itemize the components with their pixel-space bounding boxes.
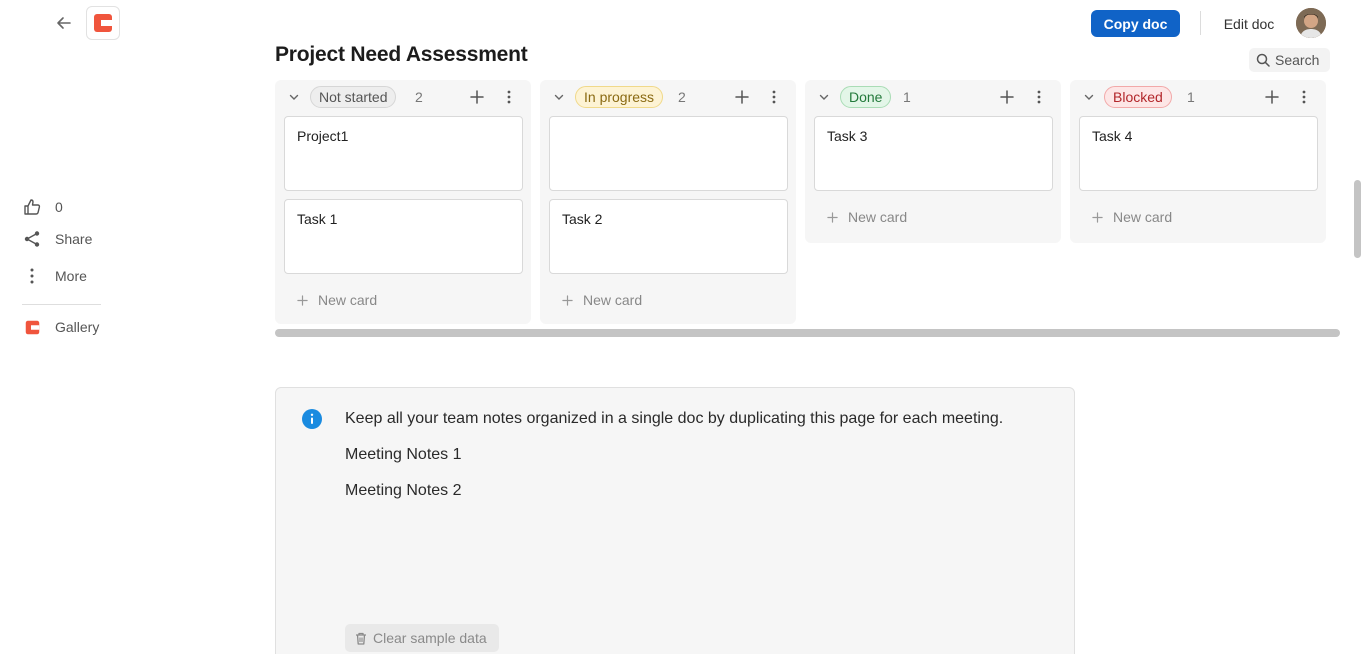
add-card-button[interactable] [1263, 88, 1281, 106]
kanban-card[interactable]: Task 3 [814, 116, 1053, 191]
chevron-down-icon [554, 94, 564, 100]
column-blocked: Blocked 1 Task 4 New card [1070, 80, 1326, 243]
coda-logo-icon [25, 320, 39, 334]
new-card-label: New card [318, 292, 378, 308]
user-avatar[interactable] [1296, 8, 1326, 38]
like-button[interactable]: 0 [22, 196, 63, 218]
meeting-notes-link[interactable]: Meeting Notes 2 [345, 482, 462, 500]
plus-icon [1000, 90, 1014, 104]
plus-icon [1265, 90, 1279, 104]
column-in-progress: In progress 2 Task 2 New card [540, 80, 796, 324]
chevron-down-icon [289, 94, 299, 100]
gallery-link[interactable]: Gallery [22, 316, 99, 338]
status-pill: Done [840, 86, 892, 108]
collapse-column-button[interactable] [287, 90, 301, 104]
column-count: 2 [415, 89, 423, 105]
column-options-button[interactable] [1297, 88, 1311, 106]
back-button[interactable] [52, 12, 76, 34]
add-card-button[interactable] [468, 88, 486, 106]
column-count: 2 [678, 89, 686, 105]
new-card-label: New card [848, 209, 908, 225]
chevron-down-icon [819, 94, 829, 100]
horizontal-scrollbar[interactable] [275, 329, 1340, 337]
column-options-button[interactable] [502, 88, 516, 106]
card-title: Task 1 [297, 211, 338, 227]
search-icon [1256, 53, 1270, 67]
callout-intro: Keep all your team notes organized in a … [345, 410, 1004, 427]
status-pill: In progress [575, 86, 664, 108]
kanban-card[interactable] [549, 116, 788, 191]
kanban-card[interactable]: Task 4 [1079, 116, 1318, 191]
column-not-started: Not started 2 Project1 Task 1 New card [275, 80, 531, 324]
thumbs-up-icon [24, 199, 41, 215]
meeting-notes-link[interactable]: Meeting Notes 1 [345, 446, 462, 464]
edit-doc-button[interactable]: Edit doc [1212, 10, 1286, 37]
column-count: 1 [903, 89, 911, 105]
plus-icon [297, 294, 308, 306]
plus-icon [562, 294, 573, 306]
collapse-column-button[interactable] [817, 90, 831, 104]
like-count: 0 [55, 199, 63, 215]
plus-icon [735, 90, 749, 104]
chevron-down-icon [1084, 94, 1094, 100]
more-vertical-icon [30, 268, 34, 284]
header-divider [1200, 11, 1201, 35]
more-label: More [55, 268, 87, 284]
share-label: Share [55, 231, 93, 247]
kanban-card[interactable]: Project1 [284, 116, 523, 191]
more-vertical-icon [1302, 90, 1306, 104]
more-vertical-icon [1037, 90, 1041, 104]
trash-icon [356, 632, 366, 645]
column-options-button[interactable] [767, 88, 781, 106]
column-options-button[interactable] [1032, 88, 1046, 106]
plus-icon [827, 211, 838, 223]
share-icon [24, 231, 40, 247]
collapse-column-button[interactable] [1082, 90, 1096, 104]
more-button[interactable]: More [22, 265, 87, 287]
card-title: Task 4 [1092, 128, 1133, 144]
vertical-scrollbar[interactable] [1354, 180, 1361, 258]
collapse-column-button[interactable] [552, 90, 566, 104]
column-done: Done 1 Task 3 New card [805, 80, 1061, 243]
more-vertical-icon [772, 90, 776, 104]
new-card-label: New card [1113, 209, 1173, 225]
search-button[interactable]: Search [1249, 48, 1330, 72]
page-title: Project Need Assessment [275, 43, 528, 66]
avatar-image-icon [1296, 8, 1326, 38]
card-title: Project1 [297, 128, 349, 144]
kanban-card[interactable]: Task 1 [284, 199, 523, 274]
add-card-button[interactable] [733, 88, 751, 106]
new-card-button[interactable]: New card [1092, 207, 1172, 227]
kanban-card[interactable]: Task 2 [549, 199, 788, 274]
info-icon [302, 409, 322, 429]
new-card-button[interactable]: New card [827, 207, 907, 227]
rail-divider [22, 304, 101, 305]
new-card-button[interactable]: New card [297, 290, 377, 310]
status-pill: Not started [310, 86, 397, 108]
search-label: Search [1275, 52, 1320, 68]
info-callout: Keep all your team notes organized in a … [275, 387, 1075, 654]
more-vertical-icon [507, 90, 511, 104]
clear-sample-data-button[interactable]: Clear sample data [345, 624, 499, 652]
arrow-left-icon [57, 17, 71, 29]
card-title: Task 3 [827, 128, 868, 144]
card-title: Task 2 [562, 211, 603, 227]
new-card-label: New card [583, 292, 643, 308]
app-logo[interactable] [86, 6, 120, 40]
status-pill: Blocked [1104, 86, 1172, 108]
coda-logo-icon [94, 14, 112, 32]
add-card-button[interactable] [998, 88, 1016, 106]
plus-icon [470, 90, 484, 104]
share-button[interactable]: Share [22, 228, 92, 250]
plus-icon [1092, 211, 1103, 223]
clear-sample-data-label: Clear sample data [373, 630, 487, 646]
gallery-label: Gallery [55, 319, 100, 335]
new-card-button[interactable]: New card [562, 290, 642, 310]
copy-doc-button[interactable]: Copy doc [1091, 10, 1180, 37]
column-count: 1 [1187, 89, 1195, 105]
